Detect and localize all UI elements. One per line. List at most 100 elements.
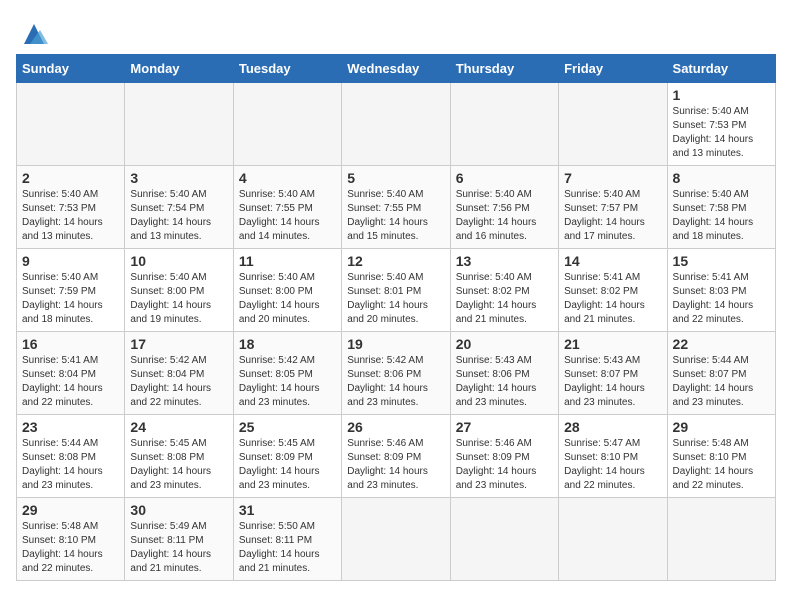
day-info: Sunrise: 5:40 AMSunset: 8:02 PMDaylight:… bbox=[456, 271, 553, 327]
day-info: Sunrise: 5:40 AMSunset: 7:53 PMDaylight:… bbox=[22, 188, 119, 244]
day-cell: 7 Sunrise: 5:40 AMSunset: 7:57 PMDaylight… bbox=[559, 166, 667, 249]
day-cell: 22 Sunrise: 5:44 AMSunset: 8:07 PMDayligh… bbox=[667, 332, 775, 415]
day-cell: 29Sunrise: 5:48 AMSunset: 8:10 PMDayligh… bbox=[17, 498, 125, 581]
day-number: 1 bbox=[673, 87, 770, 103]
day-number: 8 bbox=[673, 170, 770, 186]
day-info: Sunrise: 5:40 AMSunset: 8:00 PMDaylight:… bbox=[239, 271, 336, 327]
day-info: Sunrise: 5:42 AMSunset: 8:06 PMDaylight:… bbox=[347, 354, 444, 410]
day-info: Sunrise: 5:49 AMSunset: 8:11 PMDaylight:… bbox=[130, 520, 227, 576]
calendar-table: SundayMondayTuesdayWednesdayThursdayFrid… bbox=[16, 54, 776, 581]
day-number: 4 bbox=[239, 170, 336, 186]
day-info: Sunrise: 5:44 AMSunset: 8:08 PMDaylight:… bbox=[22, 437, 119, 493]
day-info: Sunrise: 5:41 AMSunset: 8:04 PMDaylight:… bbox=[22, 354, 119, 410]
day-cell: 24Sunrise: 5:45 AMSunset: 8:08 PMDayligh… bbox=[125, 415, 233, 498]
day-info: Sunrise: 5:40 AMSunset: 7:53 PMDaylight:… bbox=[673, 105, 770, 161]
day-info: Sunrise: 5:40 AMSunset: 7:55 PMDaylight:… bbox=[239, 188, 336, 244]
day-number: 23 bbox=[22, 419, 119, 435]
day-header-wednesday: Wednesday bbox=[342, 55, 450, 83]
day-cell: 4 Sunrise: 5:40 AMSunset: 7:55 PMDaylight… bbox=[233, 166, 341, 249]
empty-cell bbox=[233, 83, 341, 166]
day-cell: 18 Sunrise: 5:42 AMSunset: 8:05 PMDayligh… bbox=[233, 332, 341, 415]
day-info: Sunrise: 5:40 AMSunset: 7:55 PMDaylight:… bbox=[347, 188, 444, 244]
empty-cell bbox=[342, 83, 450, 166]
day-cell: 10Sunrise: 5:40 AMSunset: 8:00 PMDayligh… bbox=[125, 249, 233, 332]
day-number: 28 bbox=[564, 419, 661, 435]
day-number: 25 bbox=[239, 419, 336, 435]
day-info: Sunrise: 5:41 AMSunset: 8:02 PMDaylight:… bbox=[564, 271, 661, 327]
day-info: Sunrise: 5:43 AMSunset: 8:06 PMDaylight:… bbox=[456, 354, 553, 410]
day-header-thursday: Thursday bbox=[450, 55, 558, 83]
day-number: 16 bbox=[22, 336, 119, 352]
day-number: 12 bbox=[347, 253, 444, 269]
day-info: Sunrise: 5:40 AMSunset: 7:54 PMDaylight:… bbox=[130, 188, 227, 244]
day-number: 13 bbox=[456, 253, 553, 269]
day-number: 7 bbox=[564, 170, 661, 186]
day-info: Sunrise: 5:46 AMSunset: 8:09 PMDaylight:… bbox=[456, 437, 553, 493]
day-number: 31 bbox=[239, 502, 336, 518]
day-cell: 17 Sunrise: 5:42 AMSunset: 8:04 PMDayligh… bbox=[125, 332, 233, 415]
day-cell: 21Sunrise: 5:43 AMSunset: 8:07 PMDayligh… bbox=[559, 332, 667, 415]
day-info: Sunrise: 5:43 AMSunset: 8:07 PMDaylight:… bbox=[564, 354, 661, 410]
day-info: Sunrise: 5:42 AMSunset: 8:05 PMDaylight:… bbox=[239, 354, 336, 410]
day-cell: 15 Sunrise: 5:41 AMSunset: 8:03 PMDayligh… bbox=[667, 249, 775, 332]
day-header-saturday: Saturday bbox=[667, 55, 775, 83]
day-number: 29 bbox=[22, 502, 119, 518]
empty-cell bbox=[125, 83, 233, 166]
day-number: 29 bbox=[673, 419, 770, 435]
day-info: Sunrise: 5:48 AMSunset: 8:10 PMDaylight:… bbox=[673, 437, 770, 493]
day-number: 3 bbox=[130, 170, 227, 186]
day-cell: 14 Sunrise: 5:41 AMSunset: 8:02 PMDayligh… bbox=[559, 249, 667, 332]
day-number: 26 bbox=[347, 419, 444, 435]
day-info: Sunrise: 5:40 AMSunset: 8:01 PMDaylight:… bbox=[347, 271, 444, 327]
logo bbox=[16, 20, 48, 48]
day-info: Sunrise: 5:41 AMSunset: 8:03 PMDaylight:… bbox=[673, 271, 770, 327]
day-cell: 16 Sunrise: 5:41 AMSunset: 8:04 PMDayligh… bbox=[17, 332, 125, 415]
day-number: 9 bbox=[22, 253, 119, 269]
day-info: Sunrise: 5:42 AMSunset: 8:04 PMDaylight:… bbox=[130, 354, 227, 410]
day-number: 27 bbox=[456, 419, 553, 435]
day-cell bbox=[450, 498, 558, 581]
day-info: Sunrise: 5:40 AMSunset: 7:59 PMDaylight:… bbox=[22, 271, 119, 327]
day-number: 15 bbox=[673, 253, 770, 269]
day-cell: 12 Sunrise: 5:40 AMSunset: 8:01 PMDayligh… bbox=[342, 249, 450, 332]
day-cell: 9 Sunrise: 5:40 AMSunset: 7:59 PMDaylight… bbox=[17, 249, 125, 332]
day-cell bbox=[559, 498, 667, 581]
logo-icon bbox=[20, 20, 48, 48]
day-number: 20 bbox=[456, 336, 553, 352]
day-cell: 8 Sunrise: 5:40 AMSunset: 7:58 PMDaylight… bbox=[667, 166, 775, 249]
day-info: Sunrise: 5:40 AMSunset: 7:57 PMDaylight:… bbox=[564, 188, 661, 244]
day-cell bbox=[667, 498, 775, 581]
day-number: 5 bbox=[347, 170, 444, 186]
day-header-tuesday: Tuesday bbox=[233, 55, 341, 83]
day-number: 19 bbox=[347, 336, 444, 352]
header bbox=[16, 16, 776, 48]
day-cell: 6Sunrise: 5:40 AMSunset: 7:56 PMDaylight… bbox=[450, 166, 558, 249]
day-info: Sunrise: 5:40 AMSunset: 7:58 PMDaylight:… bbox=[673, 188, 770, 244]
day-cell: 28Sunrise: 5:47 AMSunset: 8:10 PMDayligh… bbox=[559, 415, 667, 498]
day-number: 17 bbox=[130, 336, 227, 352]
day-cell: 5 Sunrise: 5:40 AMSunset: 7:55 PMDaylight… bbox=[342, 166, 450, 249]
day-cell: 19 Sunrise: 5:42 AMSunset: 8:06 PMDayligh… bbox=[342, 332, 450, 415]
day-cell: 3 Sunrise: 5:40 AMSunset: 7:54 PMDaylight… bbox=[125, 166, 233, 249]
day-number: 2 bbox=[22, 170, 119, 186]
day-header-monday: Monday bbox=[125, 55, 233, 83]
day-number: 6 bbox=[456, 170, 553, 186]
empty-cell bbox=[450, 83, 558, 166]
day-cell: 29 Sunrise: 5:48 AMSunset: 8:10 PMDayligh… bbox=[667, 415, 775, 498]
day-cell: 13 Sunrise: 5:40 AMSunset: 8:02 PMDayligh… bbox=[450, 249, 558, 332]
day-info: Sunrise: 5:45 AMSunset: 8:08 PMDaylight:… bbox=[130, 437, 227, 493]
day-info: Sunrise: 5:40 AMSunset: 8:00 PMDaylight:… bbox=[130, 271, 227, 327]
day-number: 30 bbox=[130, 502, 227, 518]
day-info: Sunrise: 5:46 AMSunset: 8:09 PMDaylight:… bbox=[347, 437, 444, 493]
day-cell bbox=[342, 498, 450, 581]
day-header-sunday: Sunday bbox=[17, 55, 125, 83]
day-number: 18 bbox=[239, 336, 336, 352]
day-cell: 31Sunrise: 5:50 AMSunset: 8:11 PMDayligh… bbox=[233, 498, 341, 581]
day-cell: 1 Sunrise: 5:40 AMSunset: 7:53 PMDaylight… bbox=[667, 83, 775, 166]
empty-cell bbox=[17, 83, 125, 166]
day-number: 14 bbox=[564, 253, 661, 269]
day-info: Sunrise: 5:44 AMSunset: 8:07 PMDaylight:… bbox=[673, 354, 770, 410]
day-cell: 30 Sunrise: 5:49 AMSunset: 8:11 PMDayligh… bbox=[125, 498, 233, 581]
day-header-friday: Friday bbox=[559, 55, 667, 83]
day-number: 22 bbox=[673, 336, 770, 352]
